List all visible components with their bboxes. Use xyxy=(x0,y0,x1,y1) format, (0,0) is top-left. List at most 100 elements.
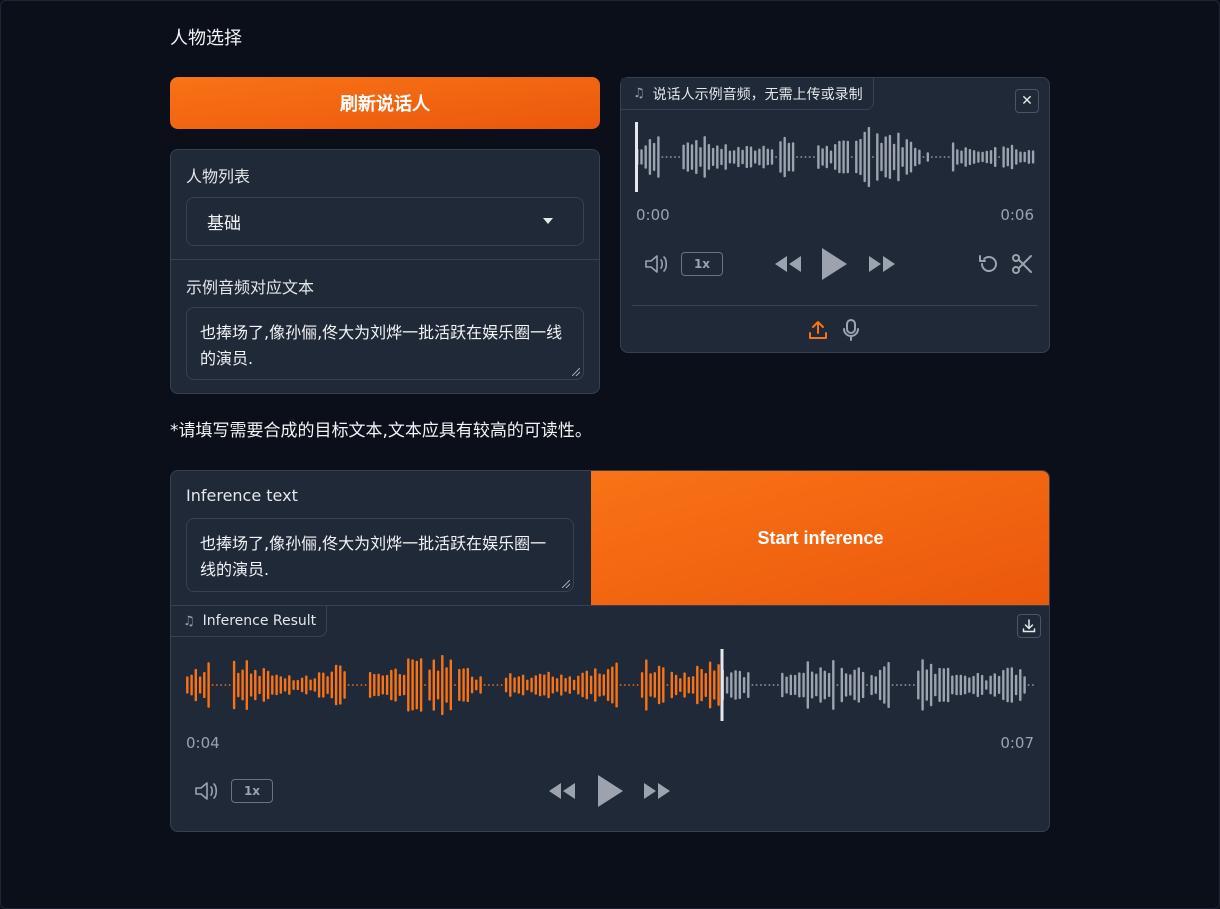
waveform-bar xyxy=(687,676,690,694)
waveform-bar xyxy=(968,149,972,166)
waveform-bar xyxy=(686,142,689,172)
waveform-bar xyxy=(732,150,736,164)
waveform-bar xyxy=(806,661,809,709)
waveform-bar xyxy=(908,684,911,686)
waveform-bar xyxy=(232,660,236,710)
waveform-bar xyxy=(428,669,431,701)
fast-forward-icon xyxy=(869,256,895,272)
character-dropdown[interactable]: 基础 xyxy=(186,197,584,246)
playhead-cursor[interactable] xyxy=(720,649,724,721)
waveform-bar xyxy=(368,672,372,698)
waveform-bar xyxy=(863,131,866,183)
sample-audio-panel: ♫ 说话人示例音频，无需上传或录制 ✕ 0:00 0:06 1x xyxy=(620,77,1050,353)
fast-forward-button[interactable] xyxy=(642,778,672,804)
waveform-bar xyxy=(755,684,758,686)
waveform-bar xyxy=(648,139,652,175)
waveform-bar xyxy=(594,668,597,702)
waveform-bar xyxy=(407,658,410,712)
panel-divider xyxy=(171,259,599,260)
sample-text-field[interactable]: 也捧场了,像孙俪,佟大为刘烨一批活跃在娱乐圈一线的演员. xyxy=(186,307,584,380)
waveform-bar xyxy=(938,667,941,702)
waveform-bar xyxy=(678,156,681,158)
waveform-bar xyxy=(245,660,248,710)
waveform-bar xyxy=(700,668,703,702)
waveform-bar xyxy=(840,667,843,703)
waveform-bar xyxy=(644,145,647,169)
playhead-cursor[interactable] xyxy=(635,122,638,192)
rewind-button[interactable] xyxy=(773,251,803,277)
inference-waveform[interactable] xyxy=(185,649,1035,721)
waveform-bar xyxy=(859,138,862,176)
waveform-bar xyxy=(861,671,865,699)
waveform-bar xyxy=(738,670,741,699)
volume-button[interactable] xyxy=(193,778,221,804)
playback-speed-button[interactable]: 1x xyxy=(681,252,723,276)
waveform-bar xyxy=(751,684,754,686)
inference-text-field[interactable]: 也捧场了,像孙俪,佟大为刘烨一批活跃在娱乐圈一线的演员. xyxy=(186,518,574,592)
waveform-bar xyxy=(679,678,682,692)
waveform-bar xyxy=(939,156,942,158)
waveform-bar xyxy=(458,668,461,701)
start-inference-button[interactable]: Start inference xyxy=(591,471,1049,605)
waveform-bar xyxy=(934,673,937,697)
waveform-bar xyxy=(657,665,661,705)
waveform-bar xyxy=(866,684,869,686)
download-button[interactable] xyxy=(1017,614,1041,638)
waveform-bar xyxy=(581,672,584,698)
waveform-bar xyxy=(390,669,393,701)
waveform-bar xyxy=(770,149,774,165)
close-button[interactable]: ✕ xyxy=(1015,89,1039,113)
resize-handle-icon[interactable] xyxy=(572,368,580,376)
waveform-bar xyxy=(669,156,672,158)
waveform-bar xyxy=(313,678,316,692)
waveform-bar xyxy=(385,674,389,695)
sample-waveform[interactable] xyxy=(635,122,1035,192)
fast-forward-button[interactable] xyxy=(867,251,897,277)
waveform-bar xyxy=(844,673,848,697)
playback-speed-button[interactable]: 1x xyxy=(231,779,273,803)
waveform-bar xyxy=(855,140,858,174)
play-button[interactable] xyxy=(819,246,849,282)
waveform-bar xyxy=(364,684,367,686)
waveform-bar xyxy=(935,156,938,158)
waveform-bar xyxy=(611,666,614,704)
waveform-bar xyxy=(850,156,853,158)
waveform-bar xyxy=(564,678,567,692)
chevron-down-icon xyxy=(543,218,553,224)
waveform-bar xyxy=(997,675,1001,694)
waveform-bar xyxy=(823,670,826,700)
waveform-bar xyxy=(424,684,427,686)
inference-text-label: Inference text xyxy=(186,486,298,505)
waveform-bar xyxy=(764,684,767,686)
inference-text-value: 也捧场了,像孙俪,佟大为刘烨一批活跃在娱乐圈一线的演员. xyxy=(200,534,547,579)
waveform-bar xyxy=(619,684,622,686)
waveform-bar xyxy=(985,680,988,690)
rewind-button[interactable] xyxy=(547,778,577,804)
waveform-bar xyxy=(674,674,678,696)
waveform-bar xyxy=(661,156,664,158)
inference-time-current: 0:04 xyxy=(186,734,220,752)
waveform-bar xyxy=(640,149,643,165)
volume-button[interactable] xyxy=(643,251,671,277)
refresh-speakers-button[interactable]: 刷新说话人 xyxy=(170,77,600,129)
record-button[interactable] xyxy=(839,318,863,342)
waveform-bar xyxy=(526,679,529,691)
waveform-bar xyxy=(994,147,997,167)
scissors-icon xyxy=(1012,254,1032,274)
play-button[interactable] xyxy=(595,773,625,809)
waveform-bar xyxy=(775,156,778,158)
waveform-bar xyxy=(976,672,979,698)
reset-button[interactable] xyxy=(975,251,1003,277)
upload-button[interactable] xyxy=(806,318,830,342)
waveform-bar xyxy=(462,668,465,702)
waveform-bar xyxy=(560,674,563,696)
trim-button[interactable] xyxy=(1008,251,1036,277)
waveform-bar xyxy=(772,684,775,686)
waveform-bar xyxy=(632,684,635,686)
waveform-bar xyxy=(888,134,892,179)
waveform-bar xyxy=(453,684,456,686)
sample-time-end: 0:06 xyxy=(1000,206,1034,224)
waveform-bar xyxy=(968,677,971,693)
resize-handle-icon[interactable] xyxy=(562,580,570,588)
waveform-bar xyxy=(606,669,610,701)
